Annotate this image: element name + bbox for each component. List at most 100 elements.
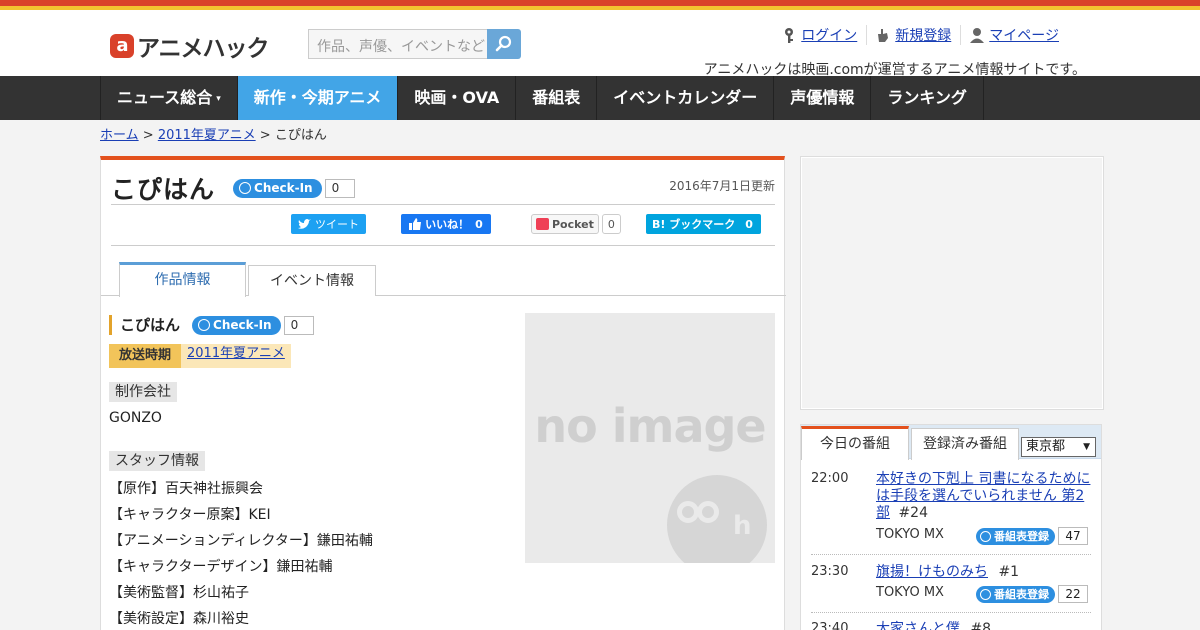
main-nav: ニュース総合 ▾ 新作・今期アニメ 映画・OVA 番組表 イベントカレンダー 声優… bbox=[0, 76, 1200, 120]
no-image-placeholder: no image h bbox=[525, 313, 775, 563]
nav-item-tv-guide[interactable]: 番組表 bbox=[516, 76, 598, 120]
program-time: 22:00 bbox=[811, 471, 849, 486]
nav-item-new-season[interactable]: 新作・今期アニメ bbox=[237, 76, 399, 120]
work-checkin-button[interactable]: Check-In bbox=[192, 315, 281, 335]
check-icon bbox=[198, 319, 211, 331]
work-name: こぴはん bbox=[109, 315, 180, 335]
work-summary-header: こぴはん Check-In 0 bbox=[109, 315, 314, 335]
nav-item-event-calendar[interactable]: イベントカレンダー bbox=[597, 76, 775, 120]
account-links: ログイン 新規登録 マイページ bbox=[773, 25, 1068, 45]
work-tabs: 作品情報 イベント情報 bbox=[101, 262, 786, 297]
nav-item-news-label: ニュース総合 bbox=[117, 88, 213, 107]
checkin-button[interactable]: Check-In bbox=[233, 178, 322, 198]
staff-label: スタッフ情報 bbox=[109, 451, 205, 471]
broadcast-period: 放送時期 2011年夏アニメ bbox=[109, 344, 291, 368]
work-title-bar: こぴはん Check-In 0 bbox=[111, 170, 355, 206]
program-episode: #24 bbox=[898, 505, 928, 521]
site-logo[interactable]: a アニメハック bbox=[110, 29, 270, 63]
tab-event-info[interactable]: イベント情報 bbox=[248, 265, 376, 296]
eye-icon bbox=[677, 501, 699, 523]
program-title-block: 本好きの下剋上 司書になるためには手段を選んでいられません 第2部 #24 bbox=[876, 471, 1092, 522]
register-link[interactable]: 新規登録 bbox=[866, 25, 960, 45]
register-button[interactable]: 番組表登録 bbox=[976, 585, 1055, 603]
studio-label: 制作会社 bbox=[109, 382, 177, 402]
tweet-label: ツイート bbox=[315, 218, 359, 231]
login-link-label[interactable]: ログイン bbox=[801, 25, 857, 45]
program-title-link[interactable]: 大家さんと僕 bbox=[876, 621, 960, 630]
search-button[interactable] bbox=[487, 29, 521, 59]
region-select[interactable]: 東京都 ▼ bbox=[1021, 437, 1096, 457]
mark-letter: h bbox=[733, 511, 752, 541]
staff-item: 【美術監督】杉山祐子 bbox=[109, 585, 249, 601]
program-episode: #1 bbox=[998, 564, 1020, 580]
work-checkin-count: 0 bbox=[283, 315, 314, 335]
breadcrumb-current: こぴはん bbox=[274, 128, 327, 143]
divider bbox=[111, 204, 775, 205]
search-input[interactable]: 作品、声優、イベントなど bbox=[308, 29, 488, 59]
tab-today-programs[interactable]: 今日の番組 bbox=[801, 426, 909, 460]
studio-name: GONZO bbox=[109, 410, 162, 426]
like-button[interactable]: いいね！ 0 bbox=[401, 214, 491, 234]
period-value-box: 2011年夏アニメ bbox=[181, 344, 291, 368]
nav-item-ranking[interactable]: ランキング bbox=[871, 76, 984, 120]
check-icon bbox=[980, 588, 991, 600]
staff-item: 【キャラクター原案】KEI bbox=[109, 507, 271, 523]
dropdown-arrow-icon: ▼ bbox=[1083, 442, 1090, 452]
checkin-count: 0 bbox=[324, 178, 355, 198]
checkin-label: Check-In bbox=[254, 181, 313, 195]
no-image-text: no image bbox=[534, 399, 766, 453]
program-channel: TOKYO MX bbox=[876, 585, 944, 600]
staff-item: 【キャラクターデザイン】鎌田祐輔 bbox=[109, 559, 333, 575]
tab-work-info[interactable]: 作品情報 bbox=[119, 262, 246, 297]
pocket-count: 0 bbox=[601, 214, 621, 234]
check-icon bbox=[980, 530, 991, 542]
program-episode: #8 bbox=[970, 621, 992, 630]
nav-item-news[interactable]: ニュース総合 ▾ bbox=[101, 76, 238, 120]
updated-date: 2016年7月1日更新 bbox=[669, 179, 775, 193]
pocket-label-box: Pocket bbox=[531, 214, 599, 234]
nav-item-movie-ova[interactable]: 映画・OVA bbox=[398, 76, 517, 120]
breadcrumb-home[interactable]: ホーム bbox=[100, 128, 139, 143]
mypage-link-label[interactable]: マイページ bbox=[989, 25, 1059, 45]
program-title-link[interactable]: 旗揚！けものみち bbox=[876, 564, 988, 580]
period-label: 放送時期 bbox=[109, 344, 182, 368]
tweet-button[interactable]: ツイート bbox=[291, 214, 366, 234]
like-count: 0 bbox=[475, 217, 483, 231]
program-time: 23:40 bbox=[811, 621, 849, 630]
tab-registered-programs[interactable]: 登録済み番組 bbox=[911, 428, 1019, 460]
eye-icon bbox=[697, 501, 719, 523]
divider bbox=[111, 245, 775, 246]
work-checkin-label: Check-In bbox=[213, 318, 272, 332]
register-link-label[interactable]: 新規登録 bbox=[895, 25, 951, 45]
key-icon bbox=[785, 28, 794, 43]
work-panel: こぴはん Check-In 0 2016年7月1日更新 ツイート いいね！ 0 … bbox=[100, 156, 786, 630]
register-count: 47 bbox=[1058, 527, 1088, 545]
logo-text: アニメハック bbox=[137, 36, 270, 62]
hatena-bookmark-button[interactable]: B! ブックマーク 0 bbox=[646, 214, 761, 234]
breadcrumb: ホーム > 2011年夏アニメ > こぴはん bbox=[100, 124, 327, 143]
check-icon bbox=[239, 182, 252, 194]
register-count: 22 bbox=[1058, 585, 1088, 603]
like-label: いいね！ bbox=[425, 218, 470, 231]
region-value: 東京都 bbox=[1026, 439, 1066, 454]
period-value-link[interactable]: 2011年夏アニメ bbox=[187, 346, 285, 361]
staff-item: 【アニメーションディレクター】鎌田祐輔 bbox=[109, 533, 373, 549]
pocket-button[interactable]: Pocket 0 bbox=[531, 214, 621, 234]
staff-item: 【美術設定】森川裕史 bbox=[109, 611, 249, 627]
thumbs-up-icon bbox=[409, 218, 422, 230]
animehack-mark-icon: h bbox=[667, 475, 767, 563]
program-register: 番組表登録 22 bbox=[976, 585, 1088, 603]
mypage-link[interactable]: マイページ bbox=[960, 25, 1068, 45]
logo-mark-icon: a bbox=[110, 34, 134, 58]
nav-item-voice-actors[interactable]: 声優情報 bbox=[774, 76, 872, 120]
breadcrumb-season[interactable]: 2011年夏アニメ bbox=[158, 128, 256, 143]
tv-guide-tabs: 今日の番組 登録済み番組 東京都 ▼ bbox=[801, 425, 1101, 460]
hand-icon bbox=[878, 29, 889, 42]
staff-item: 【原作】百天神社振興会 bbox=[109, 481, 263, 497]
login-link[interactable]: ログイン bbox=[773, 25, 866, 45]
pocket-label: Pocket bbox=[552, 217, 594, 231]
register-button[interactable]: 番組表登録 bbox=[976, 527, 1055, 545]
program-title-block: 旗揚！けものみち #1 bbox=[876, 564, 1092, 581]
register-label: 番組表登録 bbox=[994, 588, 1049, 601]
pocket-icon bbox=[536, 218, 549, 230]
